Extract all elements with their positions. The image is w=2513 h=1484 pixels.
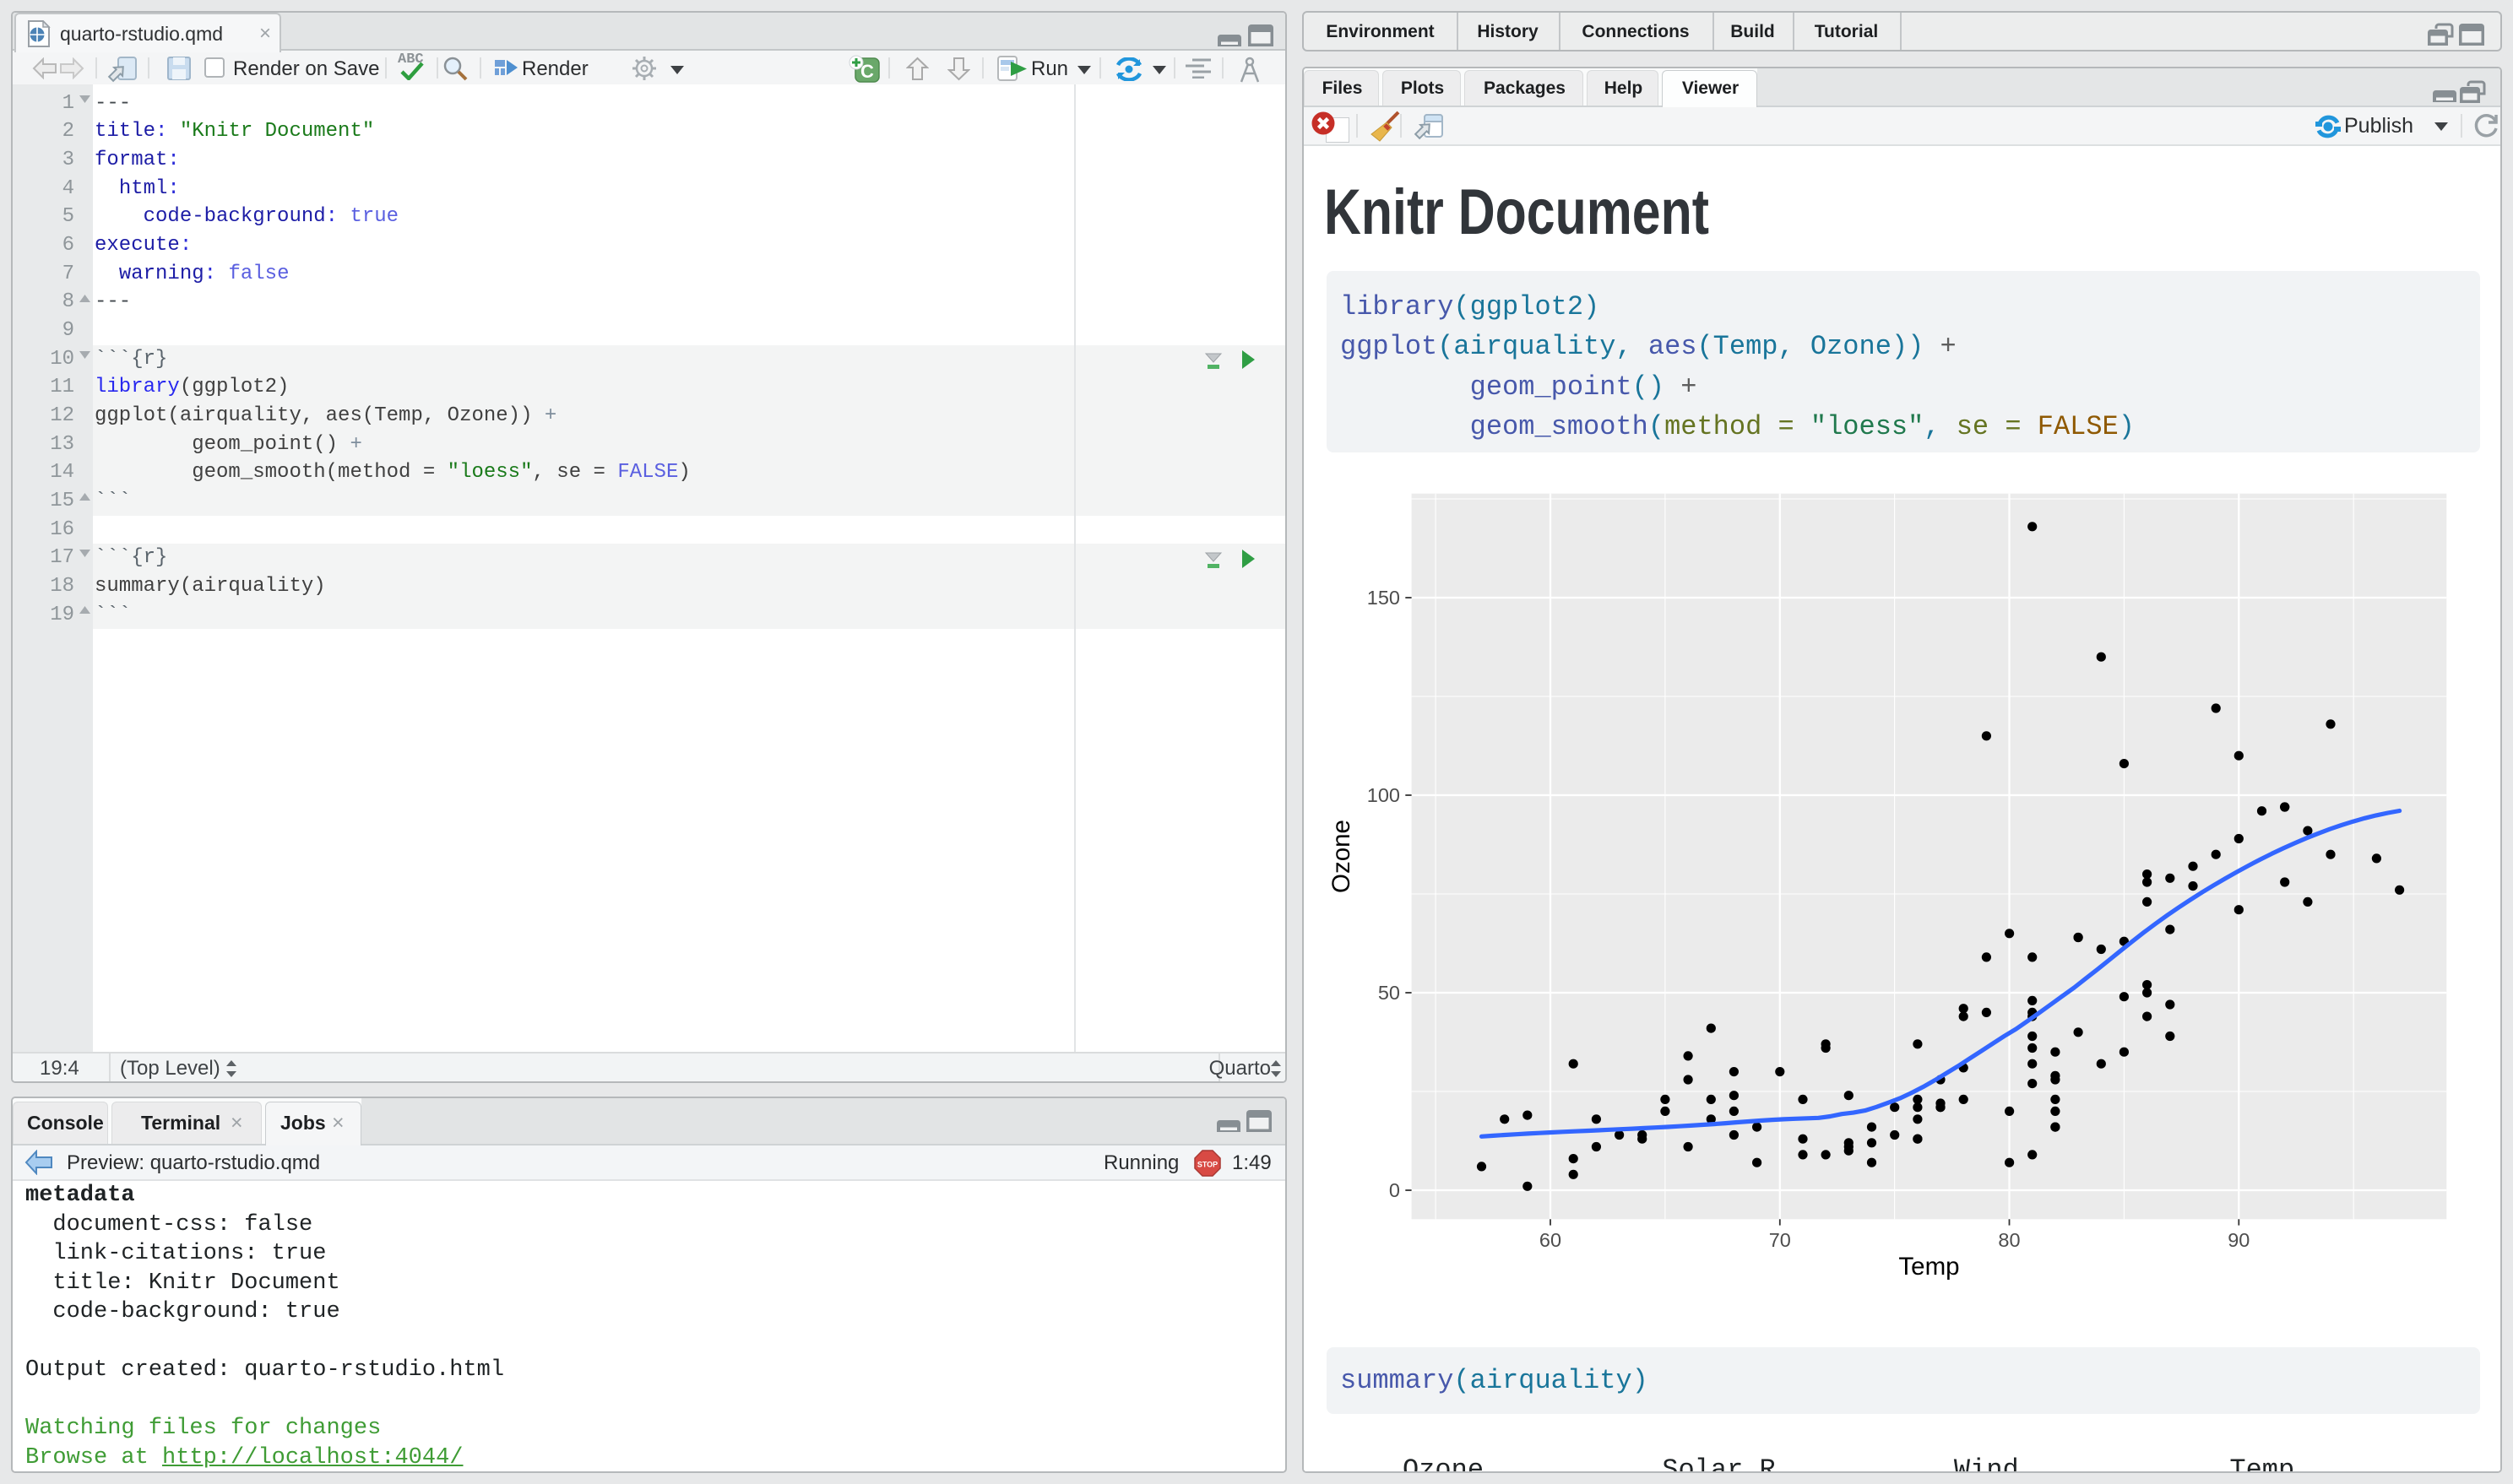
svg-text:STOP: STOP bbox=[1197, 1161, 1218, 1169]
svg-text:100: 100 bbox=[1367, 784, 1400, 806]
svg-text:70: 70 bbox=[1769, 1229, 1791, 1251]
svg-text:Temp: Temp bbox=[1898, 1253, 1959, 1281]
svg-text:60: 60 bbox=[1539, 1229, 1561, 1251]
svg-text:150: 150 bbox=[1367, 587, 1400, 609]
svg-text:90: 90 bbox=[2228, 1229, 2250, 1251]
svg-text:80: 80 bbox=[1998, 1229, 2020, 1251]
svg-text:0: 0 bbox=[1389, 1179, 1400, 1201]
svg-text:Ozone: Ozone bbox=[1327, 820, 1355, 893]
svg-text:50: 50 bbox=[1378, 982, 1400, 1004]
